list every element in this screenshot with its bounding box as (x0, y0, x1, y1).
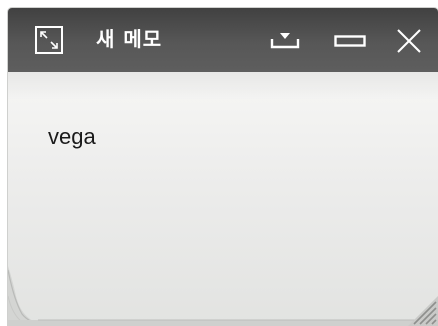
close-button[interactable] (396, 28, 422, 54)
memo-window: 새 메모 vega (8, 8, 438, 326)
note-content-area[interactable]: vega (8, 72, 438, 326)
window-title: 새 메모 (96, 27, 163, 51)
title-bar[interactable]: 새 메모 (8, 8, 438, 72)
resize-grip-icon[interactable] (404, 292, 438, 326)
note-bottom-edge (8, 319, 438, 326)
minimize-icon (334, 35, 366, 47)
note-text[interactable]: vega (48, 124, 96, 150)
pin-dropdown-button[interactable] (270, 30, 300, 52)
pin-dropdown-icon (270, 33, 300, 49)
close-icon (397, 29, 421, 53)
note-top-shadow (8, 72, 438, 100)
minimize-button[interactable] (334, 33, 366, 49)
expand-button[interactable] (35, 26, 63, 54)
expand-icon (35, 26, 63, 54)
